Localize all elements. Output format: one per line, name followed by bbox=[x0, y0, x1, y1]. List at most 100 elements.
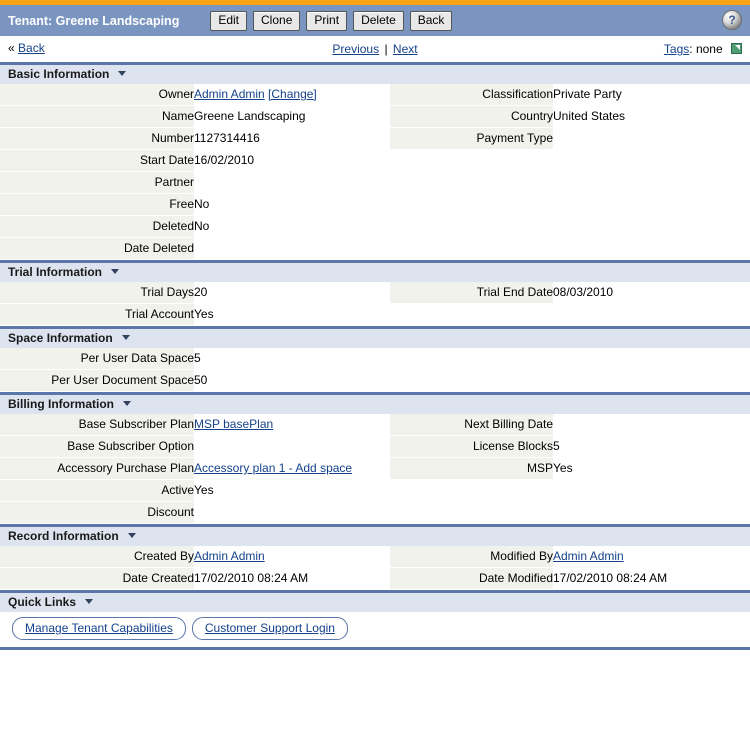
detail-row: Deleted No bbox=[0, 215, 750, 238]
field-value bbox=[553, 414, 750, 436]
field-value-link[interactable]: Admin Admin bbox=[194, 87, 265, 101]
billing-information-header: Billing Information bbox=[0, 392, 750, 414]
quick-link-label[interactable]: Customer Support Login bbox=[205, 621, 335, 635]
section-billing-information: Billing Information Base Subscriber Plan M… bbox=[0, 392, 750, 524]
field-value-text: 1127314416 bbox=[194, 131, 260, 145]
quick-links-header: Quick Links bbox=[0, 590, 750, 612]
field-label: Date Deleted bbox=[0, 237, 194, 260]
basic-information-table: Owner Admin Admin [Change] Classification P… bbox=[0, 84, 750, 260]
tags-link[interactable]: Tags bbox=[664, 42, 689, 56]
clone-button[interactable]: Clone bbox=[253, 10, 301, 31]
field-value: 16/02/2010 bbox=[194, 149, 390, 172]
field-value: No bbox=[194, 193, 390, 216]
empty-cell bbox=[390, 237, 553, 260]
detail-row: Created By Admin Admin Modified By Admin Ad… bbox=[0, 546, 750, 568]
empty-cell bbox=[390, 215, 553, 238]
empty-cell bbox=[390, 369, 570, 392]
field-label: Free bbox=[0, 193, 194, 216]
field-value-text: No bbox=[194, 219, 210, 233]
field-label: Modified By bbox=[390, 546, 553, 568]
field-value bbox=[194, 501, 390, 524]
trial-information-title: Trial Information bbox=[8, 265, 103, 279]
field-label: Next Billing Date bbox=[390, 414, 553, 436]
field-label: Base Subscriber Option bbox=[0, 435, 194, 458]
detail-row: Trial Account Yes bbox=[0, 303, 750, 326]
empty-cell bbox=[390, 171, 553, 194]
field-label: Active bbox=[0, 479, 194, 502]
empty-cell bbox=[570, 369, 750, 392]
print-button[interactable]: Print bbox=[306, 10, 348, 31]
empty-cell bbox=[390, 193, 553, 216]
next-link[interactable]: Next bbox=[393, 42, 418, 56]
record-information-title: Record Information bbox=[8, 529, 119, 543]
field-value-text: 50 bbox=[194, 373, 208, 387]
chevron-down-icon[interactable] bbox=[85, 599, 94, 604]
back-button[interactable]: Back bbox=[409, 10, 453, 31]
field-value-text: 08/03/2010 bbox=[553, 285, 614, 299]
field-value bbox=[194, 435, 390, 458]
field-label: Per User Document Space bbox=[0, 369, 194, 392]
field-value-link[interactable]: Accessory plan 1 - Add space bbox=[194, 461, 352, 475]
empty-cell bbox=[390, 303, 553, 326]
empty-cell bbox=[390, 348, 570, 370]
section-trial-information: Trial Information Trial Days 20 Trial End D… bbox=[0, 260, 750, 326]
field-value: Yes bbox=[194, 479, 390, 502]
field-value: 17/02/2010 08:24 AM bbox=[194, 567, 390, 590]
field-label: Partner bbox=[0, 171, 194, 194]
detail-row: Number 1127314416 Payment Type bbox=[0, 127, 750, 150]
empty-cell bbox=[390, 479, 553, 502]
field-label: Base Subscriber Plan bbox=[0, 414, 194, 436]
detail-row: Per User Data Space 5 bbox=[0, 348, 750, 370]
tags-value: none bbox=[695, 42, 723, 56]
field-value: MSP basePlan bbox=[194, 414, 390, 436]
record-pagination: Previous | Next bbox=[0, 42, 750, 56]
empty-cell bbox=[390, 149, 553, 172]
title-bar: Tenant: Greene Landscaping Edit Clone Pr… bbox=[0, 5, 750, 37]
space-information-header: Space Information bbox=[0, 326, 750, 348]
field-label: Country bbox=[390, 105, 553, 128]
record-information-table: Created By Admin Admin Modified By Admin Ad… bbox=[0, 546, 750, 590]
field-value-text: 16/02/2010 bbox=[194, 153, 255, 167]
change-owner-link[interactable]: [Change] bbox=[268, 87, 317, 101]
popup-window-icon[interactable] bbox=[731, 43, 742, 54]
quick-link-label[interactable]: Manage Tenant Capabilities bbox=[25, 621, 173, 635]
chevron-down-icon[interactable] bbox=[118, 71, 127, 76]
field-value-link[interactable]: Admin Admin bbox=[194, 549, 265, 563]
field-label: Date Created bbox=[0, 567, 194, 590]
field-label: Number bbox=[0, 127, 194, 150]
field-value-text: Yes bbox=[194, 483, 214, 497]
field-value: Private Party bbox=[553, 84, 750, 106]
quick-link-customer-support-login[interactable]: Customer Support Login bbox=[191, 617, 348, 640]
detail-row: Accessory Purchase Plan Accessory plan 1 … bbox=[0, 457, 750, 480]
detail-row: Partner bbox=[0, 171, 750, 194]
field-value: Accessory plan 1 - Add space bbox=[194, 457, 390, 480]
field-value-text: Yes bbox=[553, 461, 573, 475]
edit-button[interactable]: Edit bbox=[210, 10, 248, 31]
help-icon[interactable]: ? bbox=[722, 10, 742, 30]
field-value-text: No bbox=[194, 197, 210, 211]
chevron-down-icon[interactable] bbox=[123, 401, 131, 406]
field-value: Admin Admin bbox=[553, 546, 750, 568]
delete-button[interactable]: Delete bbox=[353, 10, 404, 31]
quick-link-manage-tenant-capabilities[interactable]: Manage Tenant Capabilities bbox=[12, 617, 186, 640]
detail-row: Active Yes bbox=[0, 479, 750, 502]
field-value-text: 5 bbox=[194, 351, 201, 365]
record-action-buttons: Edit Clone Print Delete Back bbox=[210, 10, 453, 31]
detail-row: Start Date 16/02/2010 bbox=[0, 149, 750, 172]
empty-cell bbox=[553, 171, 750, 194]
field-value-text: 17/02/2010 08:24 AM bbox=[553, 571, 668, 585]
field-value-link[interactable]: Admin Admin bbox=[553, 549, 624, 563]
field-label: Trial Account bbox=[0, 303, 194, 326]
previous-link[interactable]: Previous bbox=[332, 42, 379, 56]
empty-cell bbox=[553, 501, 750, 524]
field-label: License Blocks bbox=[390, 435, 553, 458]
chevron-down-icon[interactable] bbox=[127, 533, 136, 538]
chevron-down-icon[interactable] bbox=[121, 335, 130, 340]
quick-links-body: Manage Tenant Capabilities Customer Supp… bbox=[0, 612, 750, 647]
chevron-down-icon[interactable] bbox=[111, 269, 120, 274]
navigation-row: « Back Previous | Next Tags: none bbox=[0, 37, 750, 62]
field-value bbox=[194, 237, 390, 260]
field-value: United States bbox=[553, 105, 750, 128]
page-title: Tenant: Greene Landscaping bbox=[8, 13, 180, 28]
field-value-link[interactable]: MSP basePlan bbox=[194, 417, 273, 431]
